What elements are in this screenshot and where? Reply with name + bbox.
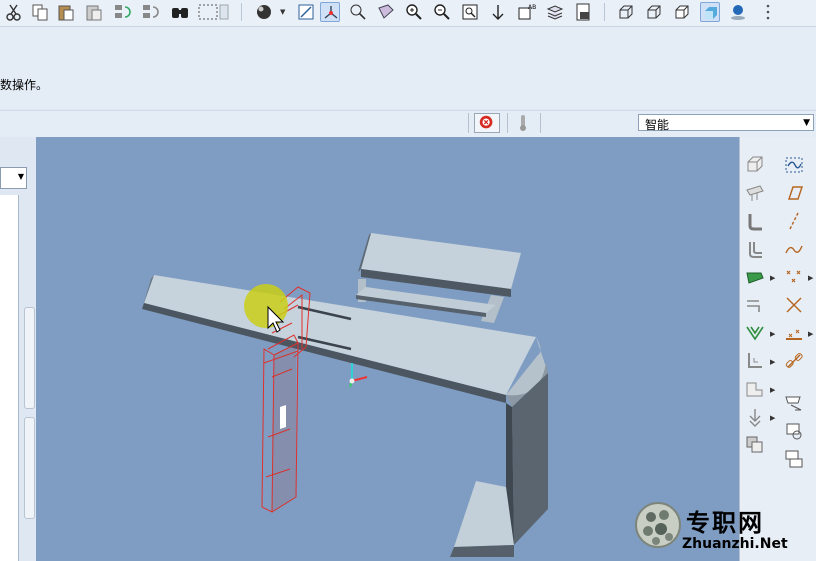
extrude-wall-icon[interactable]	[744, 154, 766, 176]
repaint-icon[interactable]	[296, 2, 316, 22]
screenshot-icon[interactable]	[573, 2, 593, 22]
model-tree-panel: ▼	[0, 137, 37, 561]
panel-splitter[interactable]	[24, 417, 35, 519]
cut-icon[interactable]	[4, 2, 24, 22]
zoom-in-icon[interactable]	[404, 2, 424, 22]
paste-special-icon[interactable]	[84, 2, 104, 22]
hidden-line-icon[interactable]	[644, 2, 664, 22]
layers-icon[interactable]	[545, 2, 565, 22]
merge-icon[interactable]	[744, 434, 766, 456]
panel-splitter[interactable]	[24, 307, 35, 409]
more-icon[interactable]	[758, 2, 778, 22]
bend-icon[interactable]	[744, 294, 766, 316]
form-icon[interactable]	[783, 392, 805, 414]
unbend-icon[interactable]	[744, 322, 766, 344]
zoom-out-icon[interactable]	[432, 2, 452, 22]
datum-analysis-icon[interactable]	[783, 322, 805, 344]
chain-icon[interactable]	[783, 350, 805, 372]
view-manager-icon[interactable]	[376, 2, 396, 22]
datum-curve-icon[interactable]	[783, 238, 805, 260]
datum-point-icon[interactable]	[783, 266, 805, 288]
corner-relief-icon[interactable]	[744, 378, 766, 400]
paste-icon[interactable]	[56, 2, 76, 22]
copy-icon[interactable]	[30, 2, 50, 22]
watermark-url: Zhuanzhi.Net	[682, 536, 788, 552]
thermometer-icon	[514, 113, 532, 133]
chevron-down-icon: ▼	[17, 172, 24, 181]
shaded-icon[interactable]	[700, 2, 720, 22]
regen-manager-icon[interactable]	[140, 2, 160, 22]
watermark: 专职网 Zhuanzhi.Net	[634, 495, 816, 561]
rip-icon[interactable]	[744, 406, 766, 428]
main-toolbar: ▼ AB	[0, 0, 816, 27]
chevron-down-icon: ▼	[803, 118, 810, 128]
filter-value: 智能	[645, 118, 670, 132]
message-text: 数操作。	[0, 78, 49, 92]
no-hidden-icon[interactable]	[672, 2, 692, 22]
shading-icon[interactable]	[254, 2, 274, 22]
watermark-logo	[635, 502, 681, 548]
appearance-icon[interactable]	[728, 2, 748, 22]
spin-center-icon[interactable]	[320, 2, 340, 22]
refit-icon[interactable]	[460, 2, 480, 22]
flatten-icon[interactable]	[783, 420, 805, 442]
bend-back-icon[interactable]	[744, 350, 766, 372]
svg-text:AB: AB	[528, 4, 536, 11]
stop-regen-icon[interactable]	[474, 113, 500, 133]
orient-icon[interactable]	[348, 2, 368, 22]
message-area: 数操作。	[0, 27, 816, 109]
wireframe-icon[interactable]	[616, 2, 636, 22]
tree-list[interactable]	[0, 195, 19, 561]
datum-axis-icon[interactable]	[783, 210, 805, 232]
datum-display-icon[interactable]	[488, 2, 508, 22]
flange-wall-icon[interactable]	[744, 210, 766, 232]
datum-plane-icon[interactable]	[783, 182, 805, 204]
regenerate-icon[interactable]	[112, 2, 132, 22]
find-icon[interactable]	[170, 2, 190, 22]
convert-icon[interactable]	[783, 448, 805, 470]
tree-dropdown[interactable]: ▼	[0, 167, 27, 189]
annotation-display-icon[interactable]: AB	[516, 2, 536, 22]
selection-filter-dropdown[interactable]: 智能 ▼	[638, 114, 814, 132]
twist-wall-icon[interactable]	[744, 238, 766, 260]
coordinate-system-icon[interactable]	[783, 294, 805, 316]
flat-wall-icon[interactable]	[744, 182, 766, 204]
watermark-brand: 专职网	[686, 508, 764, 537]
extend-wall-icon[interactable]	[744, 266, 766, 288]
select-box-icon[interactable]	[197, 2, 229, 22]
sketch-curve-icon[interactable]	[783, 154, 805, 176]
